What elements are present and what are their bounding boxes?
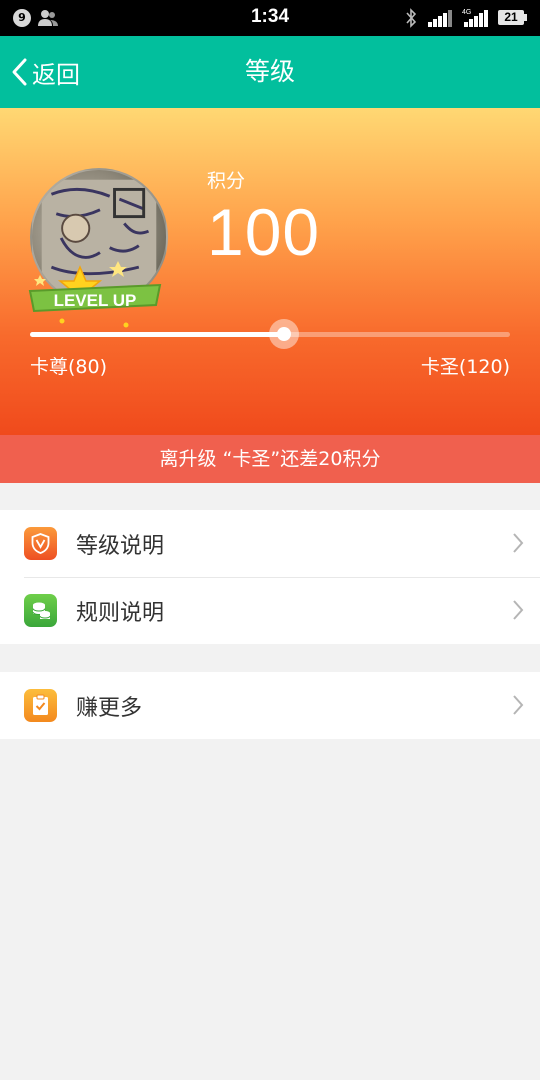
next-level-label: 卡圣(120) xyxy=(420,356,510,378)
chevron-right-icon xyxy=(513,695,524,715)
svg-text:4G: 4G xyxy=(462,9,471,16)
clipboard-check-icon xyxy=(24,689,57,722)
points-value: 100 xyxy=(207,195,321,269)
battery-indicator: 21 xyxy=(498,10,527,25)
menu-item-label: 规则说明 xyxy=(76,600,165,626)
level-progress-bar xyxy=(30,319,510,349)
points-label: 积分 xyxy=(207,170,246,192)
chevron-right-icon xyxy=(513,600,524,620)
menu-item-label: 等级说明 xyxy=(76,533,165,559)
chevron-left-icon xyxy=(12,58,27,86)
menu-item-earn-more[interactable]: 赚更多 xyxy=(0,672,540,739)
menu-item-label: 赚更多 xyxy=(76,695,143,721)
clock: 1:34 xyxy=(250,6,290,27)
level-progress-knob xyxy=(269,319,300,349)
menu-item-rules-description[interactable]: 规则说明 xyxy=(0,577,540,644)
back-label: 返回 xyxy=(32,60,80,89)
current-level-label: 卡尊(80) xyxy=(30,356,108,378)
menu-group-info: 等级说明 规则说明 xyxy=(0,510,540,644)
status-bar: 9 1:34 4G 21 xyxy=(0,0,540,36)
signal-strength-icon xyxy=(428,10,452,27)
app-header: 返回 等级 xyxy=(0,36,540,108)
bluetooth-icon xyxy=(406,8,417,28)
level-up-badge: LEVEL UP xyxy=(28,261,162,328)
level-hero-panel: LEVEL UP 积分 100 卡尊(80) 卡圣(120) xyxy=(0,108,540,435)
mobile-data-4g-icon: 4G xyxy=(462,9,488,27)
menu-group-earn: 赚更多 xyxy=(0,672,540,739)
level-progress-fill xyxy=(30,332,285,337)
chevron-right-icon xyxy=(513,533,524,553)
shield-v-icon xyxy=(24,527,57,560)
upgrade-hint: 离升级 “卡圣”还差20积分 xyxy=(0,435,540,483)
level-up-badge-text: LEVEL UP xyxy=(54,291,137,310)
page-title: 等级 xyxy=(244,57,295,86)
coins-icon xyxy=(24,594,57,627)
menu-item-level-description[interactable]: 等级说明 xyxy=(0,510,540,577)
back-button[interactable]: 返回 xyxy=(10,36,80,108)
